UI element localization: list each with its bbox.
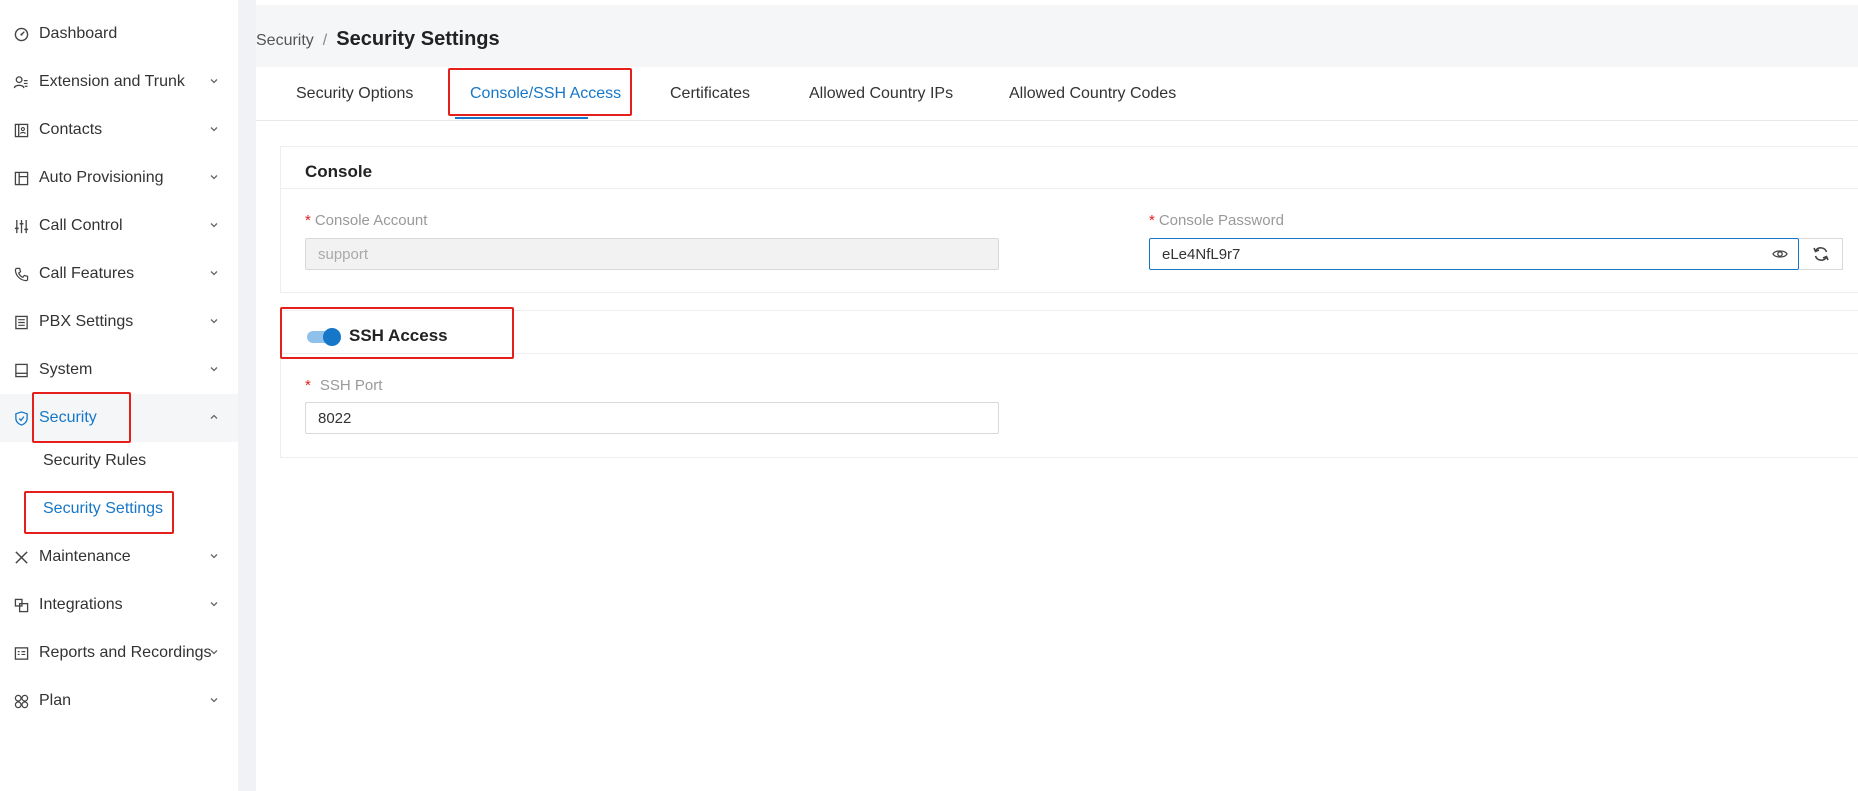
ssh-access-toggle[interactable] (307, 328, 341, 346)
active-tab-indicator (455, 117, 588, 119)
sidebar-item-security[interactable]: Security (0, 394, 238, 442)
chevron-down-icon (210, 698, 218, 703)
sidebar: Dashboard Extension and Trunk Contacts A… (0, 0, 238, 791)
chevron-down-icon (210, 602, 218, 607)
phone-icon (13, 266, 29, 282)
report-icon (13, 645, 29, 661)
ssh-card: SSH Access * SSH Port 8022 (280, 310, 1858, 458)
chevron-down-icon (210, 319, 218, 324)
sidebar-item-label: Plan (39, 692, 72, 709)
tab-security-options[interactable]: Security Options (296, 85, 413, 103)
refresh-icon (1812, 247, 1829, 261)
toggle-knob (323, 328, 341, 346)
console-password-label: * Console Password (1149, 212, 1284, 229)
tab-allowed-country-codes[interactable]: Allowed Country Codes (1009, 85, 1176, 103)
console-account-field: support (305, 238, 999, 270)
sidebar-item-extension-and-trunk[interactable]: Extension and Trunk (0, 58, 238, 106)
sidebar-item-label: Call Control (39, 217, 123, 234)
chevron-down-icon (210, 175, 218, 180)
console-account-label-text: Console Account (314, 212, 428, 229)
chevron-down-icon (210, 79, 218, 84)
ssh-port-field[interactable]: 8022 (305, 402, 999, 434)
sidebar-item-label: Integrations (39, 596, 123, 613)
sidebar-divider (238, 0, 256, 791)
sidebar-item-maintenance[interactable]: Maintenance (0, 533, 238, 581)
sidebar-item-call-features[interactable]: Call Features (0, 250, 238, 298)
chevron-down-icon (210, 650, 218, 655)
shield-icon (13, 410, 29, 426)
sidebar-item-label: Maintenance (39, 548, 131, 565)
chevron-up-icon (210, 414, 218, 419)
eye-icon[interactable] (1772, 247, 1788, 261)
required-mark: * (305, 212, 311, 229)
tab-allowed-country-ips[interactable]: Allowed Country IPs (809, 85, 953, 103)
chevron-down-icon (210, 554, 218, 559)
pbx-icon (13, 314, 29, 330)
sidebar-item-label: Extension and Trunk (39, 73, 185, 90)
sidebar-item-contacts[interactable]: Contacts (0, 106, 238, 154)
sidebar-item-plan[interactable]: Plan (0, 677, 238, 725)
sidebar-item-auto-provisioning[interactable]: Auto Provisioning (0, 154, 238, 202)
sidebar-item-label: Auto Provisioning (39, 169, 164, 186)
sidebar-item-label: Security (39, 409, 97, 426)
console-title: Console (305, 162, 373, 181)
ssh-access-title: SSH Access (349, 326, 448, 345)
sidebar-item-integrations[interactable]: Integrations (0, 581, 238, 629)
sidebar-item-label: PBX Settings (39, 313, 134, 330)
card-divider (281, 353, 1858, 354)
required-mark: * (305, 377, 311, 394)
plan-icon (13, 693, 29, 709)
sidebar-subitem-label: Security Settings (43, 500, 164, 517)
sidebar-subitem-label: Security Rules (43, 452, 147, 469)
sidebar-item-dashboard[interactable]: Dashboard (0, 10, 238, 58)
main-content: Security / Security Settings Security Op… (256, 0, 1858, 791)
ssh-port-label-text: SSH Port (319, 377, 383, 394)
sidebar-subitem-security-settings[interactable]: Security Settings (0, 485, 238, 533)
dashboard-icon (13, 26, 29, 42)
sidebar-item-reports-and-recordings[interactable]: Reports and Recordings (0, 629, 238, 677)
tab-console-ssh-access[interactable]: Console/SSH Access (470, 85, 621, 103)
integrations-icon (13, 597, 29, 613)
sidebar-item-label: Call Features (39, 265, 135, 282)
required-mark: * (1149, 212, 1155, 229)
refresh-password-button[interactable] (1799, 238, 1843, 270)
tools-icon (13, 549, 29, 565)
user-list-icon (13, 74, 29, 90)
chevron-down-icon (210, 367, 218, 372)
chevron-down-icon (210, 271, 218, 276)
sidebar-item-label: Dashboard (39, 25, 118, 42)
provisioning-icon (13, 170, 29, 186)
tab-bar: Security Options Console/SSH Access Cert… (256, 67, 1858, 121)
chevron-down-icon (210, 223, 218, 228)
sidebar-item-pbx-settings[interactable]: PBX Settings (0, 298, 238, 346)
console-password-field[interactable]: eLe4NfL9r7 (1149, 238, 1799, 270)
contacts-icon (13, 122, 29, 138)
breadcrumb: Security / Security Settings (256, 28, 500, 51)
sidebar-subitem-security-rules[interactable]: Security Rules (0, 437, 238, 485)
console-account-label: * Console Account (305, 212, 427, 229)
ssh-port-label: * SSH Port (305, 377, 382, 394)
console-password-value: eLe4NfL9r7 (1162, 245, 1241, 263)
sidebar-item-call-control[interactable]: Call Control (0, 202, 238, 250)
sidebar-item-label: Contacts (39, 121, 103, 138)
console-card: Console * Console Account support * Consol… (280, 146, 1858, 293)
monitor-icon (13, 362, 29, 378)
tab-certificates[interactable]: Certificates (670, 85, 750, 103)
sidebar-item-label: System (39, 361, 93, 378)
card-divider (281, 188, 1858, 189)
sliders-icon (13, 218, 29, 234)
sidebar-item-label: Reports and Recordings (39, 644, 212, 661)
sidebar-item-system[interactable]: System (0, 346, 238, 394)
page-title: Security Settings (336, 28, 500, 50)
breadcrumb-separator: / (322, 32, 328, 49)
chevron-down-icon (210, 127, 218, 132)
console-password-label-text: Console Password (1158, 212, 1284, 229)
breadcrumb-parent[interactable]: Security (256, 32, 314, 50)
